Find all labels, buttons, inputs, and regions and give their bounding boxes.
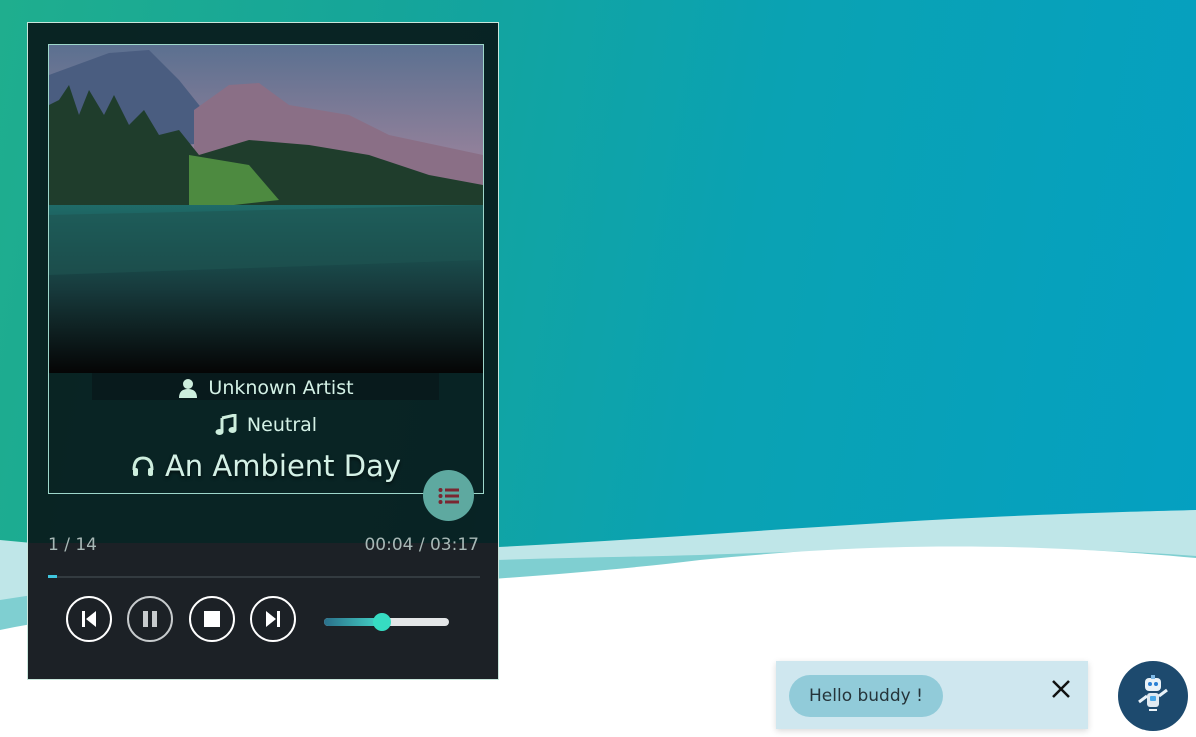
next-button[interactable] (250, 596, 296, 642)
chat-greeting: Hello buddy ! (789, 675, 943, 717)
pause-button[interactable] (127, 596, 173, 642)
album-art (49, 45, 483, 373)
time-display: 00:04 / 03:17 (364, 535, 479, 555)
stop-button[interactable] (189, 596, 235, 642)
volume-thumb[interactable] (372, 613, 391, 631)
list-icon (438, 487, 459, 504)
close-icon[interactable] (1050, 678, 1072, 700)
user-icon (179, 378, 198, 398)
skip-back-icon (82, 611, 96, 627)
pause-icon (143, 611, 157, 627)
album-art-frame: Unknown Artist Neutral An Ambient Day (48, 44, 484, 494)
previous-button[interactable] (66, 596, 112, 642)
artist-name: Unknown Artist (208, 376, 354, 399)
title-line: An Ambient Day (49, 447, 483, 483)
music-player: Unknown Artist Neutral An Ambient Day 1 (27, 22, 499, 680)
headphones-icon (132, 456, 154, 476)
progress-bar[interactable] (48, 575, 480, 578)
track-title: An Ambient Day (164, 449, 402, 483)
skip-forward-icon (266, 611, 280, 627)
progress-fill (48, 575, 57, 578)
robot-icon (1138, 675, 1168, 711)
volume-slider[interactable] (324, 613, 449, 631)
mood-label: Neutral (246, 413, 318, 436)
stop-icon (204, 611, 220, 627)
track-counter: 1 / 14 (48, 535, 97, 555)
chatbot-button[interactable] (1118, 661, 1188, 731)
artist-line: Unknown Artist (49, 376, 483, 399)
playlist-button[interactable] (423, 470, 474, 521)
mood-line: Neutral (49, 412, 483, 436)
music-note-icon (215, 412, 237, 435)
chat-bubble: Hello buddy ! (776, 661, 1088, 729)
